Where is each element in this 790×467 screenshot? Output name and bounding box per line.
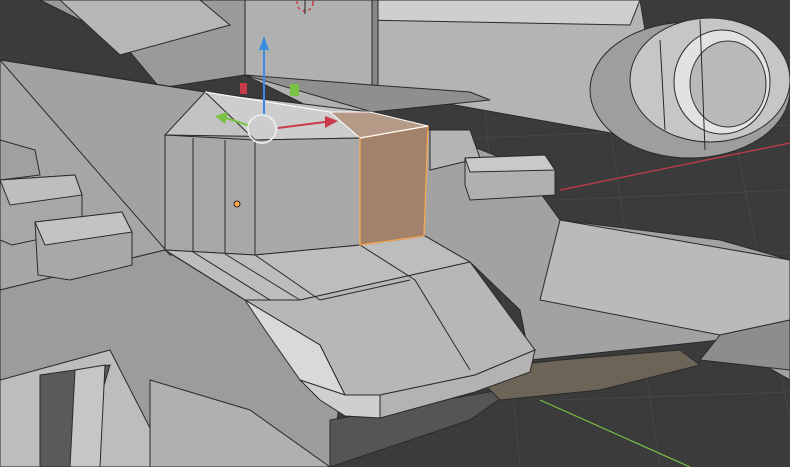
object-origin-icon (233, 200, 241, 208)
viewport-3d[interactable] (0, 0, 790, 467)
plane-xz-handle-icon[interactable] (290, 84, 299, 96)
plane-yz-handle-icon[interactable] (240, 83, 247, 94)
viewport-canvas[interactable] (0, 0, 790, 467)
